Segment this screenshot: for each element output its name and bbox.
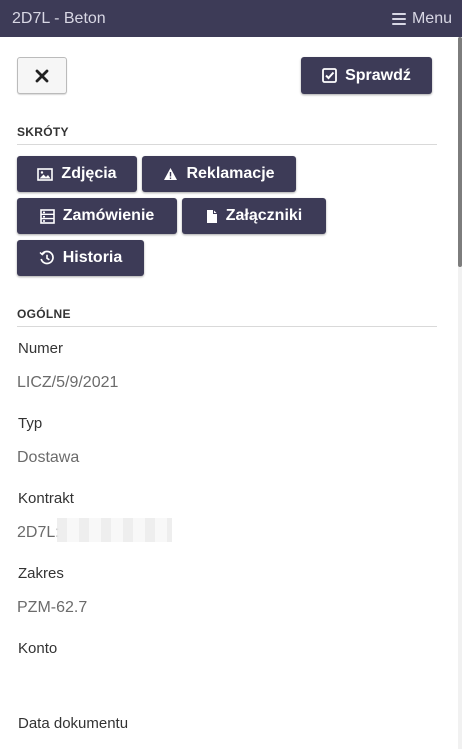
redacted-contract-text (57, 518, 172, 542)
account-label: Konto (18, 640, 58, 657)
image-icon (37, 167, 54, 181)
check-button[interactable]: Sprawdź (301, 57, 432, 94)
number-label: Numer (18, 340, 64, 357)
contract-label: Kontrakt (18, 490, 74, 507)
file-icon (206, 209, 218, 224)
history-icon (39, 250, 55, 266)
type-value: Dostawa (17, 449, 80, 466)
complaints-button-label: Reklamacje (186, 165, 275, 182)
menu-button[interactable]: Menu (391, 9, 452, 28)
complaints-button[interactable]: Reklamacje (142, 156, 296, 192)
attachments-button[interactable]: Załączniki (182, 198, 326, 234)
contract-value: 2D7L: (17, 524, 60, 541)
history-button-label: Historia (62, 249, 123, 266)
photos-button[interactable]: Zdjęcia (17, 156, 137, 192)
general-section-title: OGÓLNE (17, 307, 437, 327)
scope-label: Zakres (18, 565, 64, 582)
shortcuts-section-title: SKRÓTY (17, 125, 437, 145)
photos-button-label: Zdjęcia (61, 165, 117, 182)
type-label: Typ (18, 415, 43, 432)
order-button-label: Zamówienie (62, 207, 155, 224)
scope-value: PZM-62.7 (17, 599, 88, 616)
scrollbar[interactable] (458, 37, 462, 749)
hamburger-icon (391, 12, 406, 25)
app-header: 2D7L - Beton Menu (0, 0, 462, 37)
document-date-label: Data dokumentu (18, 715, 129, 732)
history-button[interactable]: Historia (17, 240, 144, 276)
checkbox-icon (322, 68, 337, 83)
close-button[interactable] (17, 57, 67, 94)
page-title: 2D7L - Beton (12, 9, 106, 27)
order-button[interactable]: Zamówienie (17, 198, 177, 234)
menu-label: Menu (411, 9, 452, 27)
check-button-label: Sprawdź (345, 66, 411, 84)
warning-icon (163, 167, 178, 181)
number-value: LICZ/5/9/2021 (17, 374, 119, 391)
order-list-icon (39, 208, 55, 224)
attachments-button-label: Załączniki (225, 207, 303, 224)
close-icon (35, 69, 49, 83)
scrollbar-thumb[interactable] (458, 37, 462, 267)
